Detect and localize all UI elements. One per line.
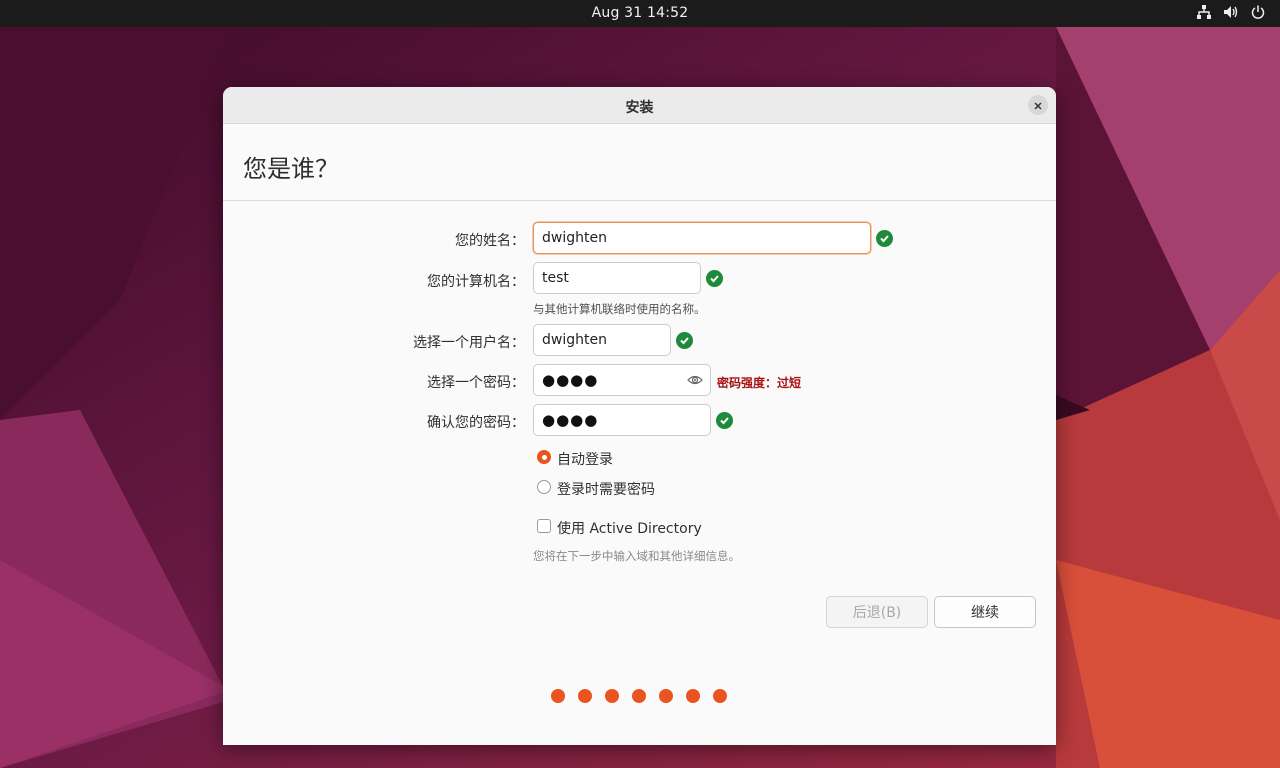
back-button[interactable]: 后退(B) xyxy=(826,596,928,628)
confirm-password-value: ●●●● xyxy=(542,411,599,429)
name-input[interactable]: dwighten xyxy=(533,222,871,254)
active-directory-checkbox[interactable] xyxy=(537,519,551,533)
step-dot xyxy=(551,689,565,703)
confirm-password-input[interactable]: ●●●● xyxy=(533,404,711,436)
continue-button[interactable]: 继续 xyxy=(934,596,1036,628)
step-dot xyxy=(605,689,619,703)
name-label: 您的姓名： xyxy=(455,233,525,249)
system-tray[interactable] xyxy=(1196,4,1266,20)
network-icon[interactable] xyxy=(1196,4,1212,20)
username-value: dwighten xyxy=(542,332,607,348)
step-dot xyxy=(659,689,673,703)
title-bar[interactable]: 安装 xyxy=(223,87,1056,124)
divider xyxy=(223,200,1056,201)
auto-login-radio[interactable] xyxy=(537,450,551,464)
step-dot xyxy=(632,689,646,703)
computer-name-input[interactable]: test xyxy=(533,262,701,294)
confirm-password-label: 确认您的密码： xyxy=(427,415,525,431)
require-password-radio[interactable] xyxy=(537,480,551,494)
step-dot xyxy=(713,689,727,703)
active-directory-hint: 您将在下一步中输入域和其他详细信息。 xyxy=(533,549,740,563)
power-icon[interactable] xyxy=(1250,4,1266,20)
require-password-label[interactable]: 登录时需要密码 xyxy=(557,479,655,499)
step-dot xyxy=(686,689,700,703)
clock[interactable]: Aug 31 14:52 xyxy=(0,5,1280,21)
close-icon xyxy=(1033,96,1043,115)
password-input[interactable]: ●●●● xyxy=(533,364,711,396)
password-strength: 密码强度：过短 xyxy=(717,376,802,390)
auto-login-label[interactable]: 自动登录 xyxy=(557,449,613,469)
username-valid-check-icon xyxy=(676,332,693,349)
installer-window: 安装 您是谁？ 您的姓名： dwighten 您的计算机名： test 与其他计… xyxy=(223,87,1056,745)
name-value: dwighten xyxy=(542,230,607,246)
step-progress xyxy=(551,689,727,703)
password-label: 选择一个密码： xyxy=(427,375,525,391)
username-input[interactable]: dwighten xyxy=(533,324,671,356)
computer-name-value: test xyxy=(542,270,569,286)
show-password-eye-icon[interactable] xyxy=(687,373,703,391)
name-valid-check-icon xyxy=(876,230,893,247)
computer-name-hint: 与其他计算机联络时使用的名称。 xyxy=(533,302,706,316)
page-title: 您是谁？ xyxy=(243,155,339,183)
confirm-password-valid-check-icon xyxy=(716,412,733,429)
volume-icon[interactable] xyxy=(1223,4,1239,20)
password-value: ●●●● xyxy=(542,371,599,389)
active-directory-label[interactable]: 使用 Active Directory xyxy=(557,518,702,538)
close-button[interactable] xyxy=(1028,95,1048,115)
top-bar: Aug 31 14:52 xyxy=(0,0,1280,27)
computer-name-label: 您的计算机名： xyxy=(427,274,525,290)
step-dot xyxy=(578,689,592,703)
computer-name-valid-check-icon xyxy=(706,270,723,287)
username-label: 选择一个用户名： xyxy=(413,335,525,351)
window-title: 安装 xyxy=(625,100,654,116)
